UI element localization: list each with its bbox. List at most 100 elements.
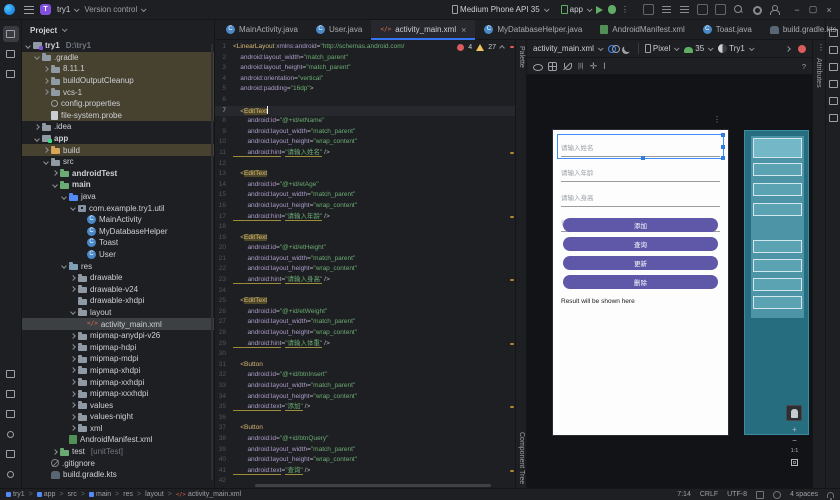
preview-button-4[interactable]: 删除	[563, 275, 718, 289]
editor-horizontal-scrollbar[interactable]	[255, 484, 491, 487]
debug-button[interactable]	[608, 5, 616, 14]
file-encoding[interactable]: UTF-8	[727, 491, 747, 498]
tree-item-java[interactable]: java	[22, 191, 214, 203]
code-line[interactable]: 17 android:hint="请输入年龄" />	[215, 212, 515, 223]
chevron-right-icon[interactable]	[70, 402, 76, 408]
warning-stripe-mark[interactable]	[510, 216, 514, 218]
chevron-right-icon[interactable]	[70, 333, 76, 339]
tree-item-user[interactable]: CUser	[22, 249, 214, 261]
code-line[interactable]: 6	[215, 95, 515, 106]
code-line[interactable]: 18	[215, 222, 515, 233]
code-line[interactable]: 15 android:layout_width="match_parent"	[215, 190, 515, 201]
blueprint-button-2[interactable]	[753, 259, 802, 272]
tree-item-androidtest[interactable]: androidTest	[22, 168, 214, 180]
code-line[interactable]: 7 <EditText	[215, 106, 515, 117]
project-selector[interactable]: try1	[57, 5, 78, 14]
code-line[interactable]: 37 <Button	[215, 423, 515, 434]
tree-item-build[interactable]: build	[22, 144, 214, 156]
chevron-right-icon[interactable]	[70, 368, 76, 374]
tree-item--idea[interactable]: .idea	[22, 121, 214, 133]
code-line[interactable]: 30	[215, 349, 515, 360]
resize-handle[interactable]	[721, 145, 725, 149]
chevron-right-icon[interactable]	[43, 66, 49, 72]
search-icon[interactable]	[733, 4, 744, 15]
main-menu-icon[interactable]	[24, 6, 34, 14]
preview-menu-icon[interactable]: ⋮	[713, 115, 721, 124]
code-editor[interactable]: 1<LinearLayout xmlns:android="http://sch…	[215, 40, 515, 488]
tree-item-xml[interactable]: xml	[22, 423, 214, 435]
blueprint-edittext-4[interactable]	[753, 203, 802, 216]
tree-item-mipmap-xxhdpi[interactable]: mipmap-xxhdpi	[22, 376, 214, 388]
code-line[interactable]: 32 android:id="@+id/btnInsert"	[215, 370, 515, 381]
warning-stripe-mark[interactable]	[510, 470, 514, 472]
chevron-right-icon[interactable]	[43, 147, 49, 153]
code-line[interactable]: 8 android:id="@+id/etName"	[215, 116, 515, 127]
tree-item-toast[interactable]: CToast	[22, 237, 214, 249]
readonly-icon[interactable]	[773, 491, 781, 499]
tree-item-buildoutputcleanup[interactable]: buildOutputCleanup	[22, 75, 214, 87]
tree-item-config-properties[interactable]: config.properties	[22, 98, 214, 110]
chevron-right-icon[interactable]	[70, 391, 76, 397]
chevron-down-icon[interactable]	[34, 136, 40, 142]
code-line[interactable]: 27 android:layout_width="match_parent"	[215, 317, 515, 328]
code-line[interactable]: 14 android:id="@+id/etAge"	[215, 180, 515, 191]
code-line[interactable]: 40 android:layout_height="wrap_content"	[215, 455, 515, 466]
code-line[interactable]: 33 android:layout_width="match_parent"	[215, 381, 515, 392]
chevron-down-icon[interactable]	[34, 55, 40, 61]
code-line[interactable]: 31 <Button	[215, 360, 515, 371]
tree-item-mipmap-hdpi[interactable]: mipmap-hdpi	[22, 341, 214, 353]
breadcrumb-item-main[interactable]: main	[89, 491, 111, 498]
code-line[interactable]: 12	[215, 159, 515, 170]
help-button[interactable]: ?	[802, 62, 806, 71]
chevron-right-icon[interactable]	[70, 426, 76, 432]
resize-handle[interactable]	[721, 156, 725, 160]
design-surface-mode-icon[interactable]	[608, 44, 617, 53]
chevron-right-icon[interactable]	[70, 379, 76, 385]
chevron-down-icon[interactable]	[52, 182, 58, 188]
code-line[interactable]: 26 android:id="@+id/etWeight"	[215, 307, 515, 318]
profile-icon[interactable]	[769, 4, 780, 15]
design-surface[interactable]: ⋮ Result will be shown here 请输入姓名请输入年龄请输…	[527, 75, 812, 488]
chevron-right-icon[interactable]	[43, 89, 49, 95]
gradle-icon[interactable]	[827, 43, 840, 56]
problems-icon[interactable]	[3, 426, 19, 442]
tab-mydatabasehelper-java[interactable]: CMyDatabaseHelper.java	[475, 20, 591, 39]
tab-mainactivity-java[interactable]: CMainActivity.java	[217, 20, 307, 39]
code-line[interactable]: 9 android:layout_width="match_parent"	[215, 127, 515, 138]
zoom-out-button[interactable]: −	[792, 435, 797, 446]
version-control-icon[interactable]	[3, 466, 19, 482]
tab-toast-java[interactable]: CToast.java	[694, 20, 761, 39]
code-line[interactable]: 16 android:layout_height="wrap_content"	[215, 201, 515, 212]
code-line[interactable]: 24	[215, 286, 515, 297]
code-line[interactable]: 2 android:layout_width="match_parent"	[215, 53, 515, 64]
component-tree-tab[interactable]: Component Tree	[518, 432, 525, 484]
blueprint-edittext-3[interactable]	[753, 183, 802, 196]
chevron-down-icon[interactable]	[70, 205, 76, 211]
more-actions-icon[interactable]: ⋮	[621, 6, 629, 14]
palette-tab[interactable]: Palette	[518, 46, 525, 68]
chevron-down-icon[interactable]	[61, 263, 67, 269]
chevron-right-icon[interactable]	[70, 414, 76, 420]
chevron-right-icon[interactable]	[52, 449, 58, 455]
device-mirroring-icon[interactable]	[643, 4, 654, 15]
tree-item-test[interactable]: test[unitTest]	[22, 446, 214, 458]
resize-handle[interactable]	[641, 156, 645, 160]
code-line[interactable]: 35 android:text="添加" />	[215, 402, 515, 413]
chevron-right-icon[interactable]	[43, 78, 49, 84]
tree-item-file-system-probe[interactable]: file-system.probe	[22, 110, 214, 122]
project-icon[interactable]	[3, 26, 19, 42]
build-icon[interactable]	[697, 4, 708, 15]
chevron-right-icon[interactable]	[70, 286, 76, 292]
preview-edittext-2[interactable]: 请输入年龄	[561, 162, 720, 182]
code-line[interactable]: 22 android:layout_height="wrap_content"	[215, 264, 515, 275]
warning-stripe-mark[interactable]	[510, 152, 514, 154]
error-stripe-mark[interactable]	[510, 46, 514, 48]
vcs-selector[interactable]: Version control	[84, 5, 145, 14]
view-options-icon[interactable]	[533, 62, 542, 71]
zoom-level[interactable]: 1:1	[791, 446, 799, 457]
grid-icon[interactable]	[548, 62, 557, 71]
preview-button-2[interactable]: 查询	[563, 237, 718, 251]
code-line[interactable]: 41 android:text="查询" />	[215, 466, 515, 477]
layout-preview[interactable]: Result will be shown here 请输入姓名请输入年龄请输入身…	[553, 130, 728, 435]
commit-icon[interactable]	[3, 46, 19, 62]
